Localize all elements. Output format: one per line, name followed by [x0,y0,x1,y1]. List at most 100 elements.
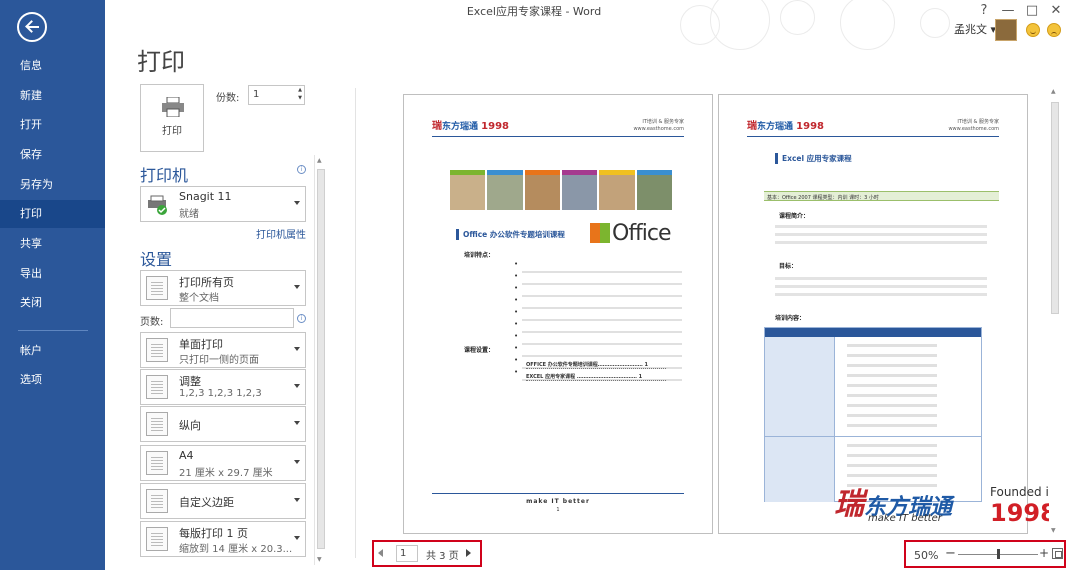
sides-dropdown[interactable]: 单面打印 只打印一侧的页面 [140,332,306,368]
close-icon[interactable]: ✕ [1044,0,1068,22]
zoom-out-icon[interactable]: − [945,546,956,561]
next-page-icon[interactable] [466,549,471,557]
chevron-down-icon [294,536,300,540]
portrait-icon [146,412,168,436]
pages-input[interactable] [170,308,294,328]
nav-print[interactable]: 打印 [0,200,105,228]
info-icon[interactable]: i [297,165,306,174]
scroll-down-icon[interactable]: ▼ [317,556,322,563]
zoom-level[interactable]: 50% [914,549,938,562]
scroll-up-icon[interactable]: ▲ [1051,88,1056,95]
nav-close[interactable]: 关闭 [0,289,105,317]
chevron-down-icon [294,421,300,425]
dropdown-main-text: 自定义边距 [179,496,234,509]
help-icon[interactable]: ? [972,0,996,22]
copies-stepper[interactable]: 1 ▲ ▼ [248,85,305,105]
scroll-down-icon[interactable]: ▼ [1051,527,1056,534]
preview-page-2: 瑞东方瑞通 1998 IT培训 & 服务专家 www.easthome.com E… [718,94,1028,534]
preview-scrollbar[interactable]: ▲ ▼ [1049,86,1062,536]
dropdown-sub-text: 1,2,3 1,2,3 1,2,3 [179,388,262,399]
settings-scrollbar[interactable]: ▲ ▼ [314,155,327,565]
nav-account[interactable]: 帐户 [0,337,105,365]
nav-info[interactable]: 信息 [0,52,105,80]
spin-up-icon[interactable]: ▲ [298,87,302,93]
print-button[interactable]: 打印 [140,84,204,152]
nav-open[interactable]: 打开 [0,111,105,139]
panel-divider [355,88,356,558]
nav-export[interactable]: 导出 [0,260,105,288]
frown-feedback-icon[interactable] [1047,23,1061,37]
page-title: 打印 [137,48,185,76]
paper-icon [146,451,168,475]
toc-line: OFFICE 办公软件专题培训课程……………………… 1 [526,361,666,369]
print-button-label: 打印 [162,126,182,137]
collate-icon [146,375,168,399]
dropdown-main-text: A4 [179,449,194,462]
nav-save[interactable]: 保存 [0,141,105,169]
previous-page-icon[interactable] [378,549,383,557]
chevron-down-icon [294,498,300,502]
zoom-control: 50% − + [904,540,1066,568]
printer-properties-link[interactable]: 打印机属性 [256,226,306,241]
dropdown-sub-text: 缩放到 14 厘米 x 20.3... [179,544,293,555]
dropdown-main-text: 调整 [179,375,201,388]
nav-new[interactable]: 新建 [0,82,105,110]
brand-watermark: 瑞东方瑞通 make IT better Founded in 1998 [820,471,1060,531]
printer-icon [162,97,184,117]
course-info-bar: 基本：Office 2007 课程类型：内训 课时：3 小时 [764,191,999,201]
orientation-dropdown[interactable]: 纵向 [140,406,306,442]
features-label: 培训特点： [464,252,495,259]
chevron-down-icon [294,285,300,289]
page-footer: make IT better [432,493,684,505]
avatar[interactable] [995,19,1017,41]
nav-options[interactable]: 选项 [0,366,105,394]
print-range-dropdown[interactable]: 打印所有页 整个文档 [140,270,306,306]
page-navigator: 1 共 3 页 [372,540,482,567]
info-icon[interactable]: i [297,314,306,323]
scroll-up-icon[interactable]: ▲ [317,157,322,164]
chevron-down-icon [294,384,300,388]
page-heading: Excel 应用专家课程 [775,153,852,164]
spin-down-icon[interactable]: ▼ [298,95,302,101]
copies-value: 1 [253,89,260,100]
logo: 瑞东方瑞通 1998 [747,121,824,132]
maximize-icon[interactable]: □ [1020,0,1044,22]
nav-divider [18,330,88,331]
printer-status: 就绪 [179,209,199,220]
printer-dropdown[interactable]: Snagit 11 就绪 [140,186,306,222]
intro-label: 课程简介： [779,213,810,220]
nav-share[interactable]: 共享 [0,230,105,258]
page-header: 瑞东方瑞通 1998 IT培训 & 服务专家 www.easthome.com [432,115,684,137]
schedule-label: 课程设置： [464,347,495,354]
pages-per-sheet-dropdown[interactable]: 每版打印 1 页 缩放到 14 厘米 x 20.3... [140,521,306,557]
pages-per-sheet-icon [146,527,168,551]
zoom-to-page-icon[interactable] [1052,548,1063,559]
logo: 瑞东方瑞通 1998 [432,121,509,132]
collate-dropdown[interactable]: 调整 1,2,3 1,2,3 1,2,3 [140,369,306,405]
backstage-nav: 信息 新建 打开 保存 另存为 打印 共享 导出 关闭 帐户 选项 [0,0,105,570]
zoom-slider-thumb[interactable] [997,549,1000,559]
office-logo: Office [590,221,672,246]
page-number: 1 [556,507,560,513]
scroll-thumb[interactable] [317,169,325,549]
goal-label: 目标： [779,263,798,270]
user-name[interactable]: 孟兆文 ▾ [954,21,996,37]
watermark-year: 1998 [990,499,1057,527]
margins-dropdown[interactable]: 自定义边距 [140,483,306,519]
margins-icon [146,489,168,513]
header-tagline: IT培训 & 服务专家 www.easthome.com [633,119,684,132]
zoom-in-icon[interactable]: + [1039,546,1049,560]
pages-label: 页数: [140,317,164,328]
dropdown-main-text: 打印所有页 [179,276,234,289]
scroll-thumb[interactable] [1051,102,1059,314]
smile-feedback-icon[interactable] [1026,23,1040,37]
paper-size-dropdown[interactable]: A4 21 厘米 x 29.7 厘米 [140,445,306,481]
dropdown-sub-text: 整个文档 [179,293,219,304]
total-pages: 共 3 页 [426,551,459,562]
nav-save-as[interactable]: 另存为 [0,171,105,199]
current-page-input[interactable]: 1 [396,545,418,562]
window-controls: ? — □ ✕ [972,0,1068,22]
chevron-down-icon [294,347,300,351]
page-header: 瑞东方瑞通 1998 IT培训 & 服务专家 www.easthome.com [747,115,999,137]
one-sided-icon [146,338,168,362]
